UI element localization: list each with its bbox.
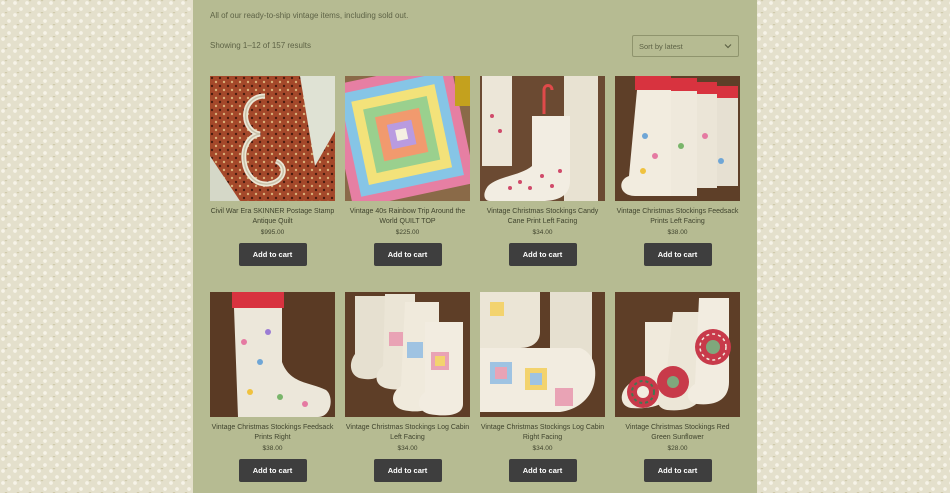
product-price: $225.00 xyxy=(395,229,420,236)
product-image[interactable] xyxy=(615,292,740,417)
product-price: $34.00 xyxy=(532,445,553,452)
product-price: $34.00 xyxy=(532,229,553,236)
product-card: Vintage Christmas Stockings Feedsack Pri… xyxy=(615,76,740,266)
product-image[interactable] xyxy=(480,76,605,201)
product-card: Civil War Era SKINNER Postage Stamp Anti… xyxy=(210,76,335,266)
product-card: Vintage Christmas Stockings Log Cabin Ri… xyxy=(480,292,605,482)
add-to-cart-button[interactable]: Add to cart xyxy=(238,459,307,482)
add-to-cart-button[interactable]: Add to cart xyxy=(508,243,577,266)
product-title[interactable]: Vintage Christmas Stockings Feedsack Pri… xyxy=(210,423,335,442)
add-to-cart-button[interactable]: Add to cart xyxy=(643,243,712,266)
product-card: Vintage Christmas Stockings Log Cabin Le… xyxy=(345,292,470,482)
product-title[interactable]: Vintage Christmas Stockings Candy Cane P… xyxy=(480,207,605,226)
product-title[interactable]: Vintage Christmas Stockings Feedsack Pri… xyxy=(615,207,740,226)
product-title[interactable]: Civil War Era SKINNER Postage Stamp Anti… xyxy=(210,207,335,226)
product-image[interactable] xyxy=(615,76,740,201)
product-card: Vintage Christmas Stockings Candy Cane P… xyxy=(480,76,605,266)
product-title[interactable]: Vintage Christmas Stockings Red Green Su… xyxy=(615,423,740,442)
add-to-cart-button[interactable]: Add to cart xyxy=(508,459,577,482)
product-card: Vintage Christmas Stockings Red Green Su… xyxy=(615,292,740,482)
shop-main: All of our ready-to-ship vintage items, … xyxy=(193,0,757,493)
result-count: Showing 1–12 of 157 results xyxy=(210,41,311,50)
product-price: $38.00 xyxy=(262,445,283,452)
add-to-cart-button[interactable]: Add to cart xyxy=(643,459,712,482)
product-title[interactable]: Vintage Christmas Stockings Log Cabin Ri… xyxy=(480,423,605,442)
sort-select[interactable]: Sort by latest xyxy=(632,35,739,57)
product-image[interactable] xyxy=(480,292,605,417)
product-card: Vintage 40s Rainbow Trip Around the Worl… xyxy=(345,76,470,266)
product-price: $995.00 xyxy=(260,229,285,236)
product-image[interactable] xyxy=(210,292,335,417)
add-to-cart-button[interactable]: Add to cart xyxy=(238,243,307,266)
product-image[interactable] xyxy=(345,76,470,201)
product-title[interactable]: Vintage Christmas Stockings Log Cabin Le… xyxy=(345,423,470,442)
chevron-down-icon xyxy=(724,44,732,49)
product-price: $34.00 xyxy=(397,445,418,452)
add-to-cart-button[interactable]: Add to cart xyxy=(373,243,442,266)
product-title[interactable]: Vintage 40s Rainbow Trip Around the Worl… xyxy=(345,207,470,226)
product-card: Vintage Christmas Stockings Feedsack Pri… xyxy=(210,292,335,482)
product-price: $38.00 xyxy=(667,229,688,236)
add-to-cart-button[interactable]: Add to cart xyxy=(373,459,442,482)
product-price: $28.00 xyxy=(667,445,688,452)
product-image[interactable] xyxy=(345,292,470,417)
product-image[interactable] xyxy=(210,76,335,201)
shop-intro: All of our ready-to-ship vintage items, … xyxy=(210,11,409,20)
sort-selected-value: Sort by latest xyxy=(639,41,683,51)
